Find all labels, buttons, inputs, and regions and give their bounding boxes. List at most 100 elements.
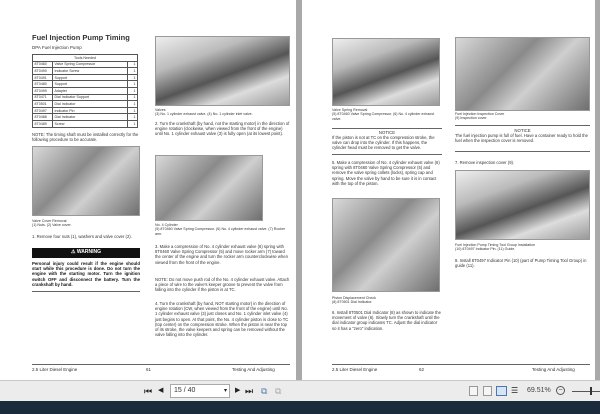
- tool-name: Dial Indicator Support: [52, 93, 128, 102]
- zoom-slider[interactable]: [572, 391, 600, 392]
- section-title: Fuel Injection Pump Timing: [32, 33, 130, 42]
- tool-number: 8T0501: [32, 100, 53, 108]
- warning-banner: ⚠ WARNING: [32, 248, 140, 258]
- table-row: 8T0471 Dial Indicator Support 1: [32, 93, 139, 102]
- footer-section: Testing And Adjusting: [532, 367, 575, 372]
- piston-check-image: [332, 198, 440, 292]
- timing-tool-image: [455, 170, 590, 240]
- two-page-continuous-icon[interactable]: ☰: [511, 385, 518, 397]
- tool-qty: 1: [126, 93, 139, 102]
- first-page-icon[interactable]: ⏮: [144, 385, 152, 397]
- footer-rule: [32, 364, 290, 365]
- tool-qty: 1: [126, 73, 139, 82]
- tool-qty: 1: [126, 80, 139, 88]
- pdf-page-61: Fuel Injection Pump Timing DPA Fuel Inje…: [0, 0, 296, 380]
- table-row: 8T0488 Dial Indicator 1: [32, 113, 139, 121]
- two-page-view-icon[interactable]: [496, 386, 507, 396]
- valve-cover-image: [32, 146, 140, 216]
- tool-name: Indicator Pin: [52, 106, 128, 115]
- table-header: Tools Needed: [32, 54, 138, 62]
- tool-qty: 1: [126, 119, 139, 128]
- page-number: 62: [419, 367, 425, 372]
- next-view-icon[interactable]: ⧉: [275, 385, 281, 397]
- table-row: 8T0499 Adapter 1: [32, 86, 139, 95]
- tool-name: Support: [52, 73, 128, 82]
- tool-name: Support: [52, 80, 128, 88]
- footer-title: 2.5 Liter Diesel Engine: [32, 367, 78, 372]
- tool-qty: 1: [126, 100, 139, 108]
- tool-number: 8T0497: [32, 106, 53, 115]
- tool-number: 8T0489: [32, 119, 53, 128]
- tool-qty: 1: [126, 106, 139, 115]
- tool-number: 8T0480: [32, 80, 53, 88]
- step-2: 2. Turn the crankshaft (by hand, not the…: [155, 121, 290, 137]
- divider: [455, 125, 590, 126]
- continuous-view-icon[interactable]: [483, 386, 492, 396]
- tool-name: Indicator Screw: [52, 67, 128, 75]
- table-row: 8T0460 Valve Spring Compressor 1: [32, 60, 139, 69]
- cylinder-image: [155, 155, 263, 221]
- table-row: 8T0491 Support 1: [32, 73, 139, 82]
- tool-qty: 1: [126, 113, 139, 121]
- divider: [332, 128, 442, 129]
- divider: [332, 154, 442, 155]
- tool-qty: 1: [126, 86, 139, 95]
- tool-qty: 1: [126, 67, 139, 75]
- tool-number: 8T0491: [32, 73, 53, 82]
- figure-caption: Valve Spring Removal (5) 8T0460 Valve Sp…: [332, 108, 435, 121]
- table-row: 8T0497 Indicator Pin 1: [32, 106, 139, 115]
- tool-name: Dial Indicator: [52, 100, 128, 108]
- notice-text: The fuel injection pump is full of fuel.…: [455, 133, 588, 144]
- warning-text: Personal injury could result if the engi…: [32, 261, 140, 287]
- note: NOTE: Do not move push rod of the No. 4 …: [155, 277, 290, 293]
- figure-caption: Fuel Injection Inspection Cover (9) Insp…: [455, 112, 505, 121]
- section-subtitle: DPA Fuel Injection Pump: [32, 45, 82, 50]
- tool-number: 8T0471: [32, 93, 53, 102]
- table-row: 8T0490 Indicator Screw 1: [32, 67, 139, 75]
- tool-name: Screw: [52, 119, 128, 128]
- divider: [455, 151, 590, 152]
- page-dropdown-icon[interactable]: ▾: [224, 385, 227, 397]
- table-row: 8T0480 Support 1: [32, 80, 139, 88]
- step-5: 5. Make a compression of No. 4 cylinder …: [332, 160, 440, 186]
- table-row: 8T0489 Screw 1: [32, 119, 139, 128]
- footer-rule: [332, 364, 590, 365]
- notice-text: If the piston is not at TC on the compre…: [332, 135, 435, 151]
- step-7: 7. Remove inspection cover (9).: [455, 160, 515, 165]
- step-8: 8. Install 8T0497 Indicator Pin (10) (pa…: [455, 258, 587, 269]
- table-row: 8T0501 Dial Indicator 1: [32, 100, 139, 108]
- taskbar: [0, 401, 600, 414]
- pdf-page-62: Valve Spring Removal (5) 8T0460 Valve Sp…: [302, 0, 595, 380]
- tool-number: 8T0499: [32, 86, 53, 95]
- last-page-icon[interactable]: ⏭: [245, 385, 253, 397]
- page-number-input[interactable]: 15 / 40: [170, 384, 230, 398]
- tool-name: Dial Indicator: [52, 113, 128, 121]
- tool-number: 8T0490: [32, 67, 53, 75]
- step-1: 1. Remove four nuts (1), washers and val…: [32, 234, 132, 239]
- page-number: 61: [146, 367, 152, 372]
- previous-view-icon[interactable]: ⧉: [261, 385, 267, 397]
- tool-name: Valve Spring Compressor: [52, 60, 128, 69]
- previous-page-icon[interactable]: ◀: [158, 385, 163, 397]
- zoom-out-icon[interactable]: −: [556, 386, 565, 395]
- step-4: 4. Turn the crankshaft (by hand, NOT sta…: [155, 301, 289, 338]
- footer-section: Testing And Adjusting: [232, 367, 275, 372]
- valve-spring-image: [332, 38, 440, 106]
- figure-caption: Valve Cover Removal (1) Nuts. (2) Valve …: [32, 219, 72, 228]
- tool-number: 8T0488: [32, 113, 53, 121]
- single-page-view-icon[interactable]: [469, 386, 478, 396]
- figure-caption: No. 4 Cylinder (5) 8T0460 Valve Spring C…: [155, 223, 286, 236]
- tool-qty: 1: [126, 60, 139, 69]
- zoom-level[interactable]: 69.51%: [527, 385, 551, 397]
- divider: [32, 291, 140, 292]
- zoom-slider-thumb[interactable]: [590, 387, 592, 395]
- figure-caption: Fuel Injection Pump Timing Tool Group In…: [455, 243, 536, 252]
- next-page-icon[interactable]: ▶: [235, 385, 240, 397]
- tools-table: Tools Needed 8T0460 Valve Spring Compress…: [32, 54, 139, 128]
- figure-caption: Piston Displacement Check (8) 8T0501 Dia…: [332, 296, 376, 305]
- tool-number: 8T0460: [32, 60, 53, 69]
- step-6: 6. Install 8T0501 Dial Indicator (8) as …: [332, 310, 441, 331]
- valves-image: [155, 36, 290, 106]
- inspection-cover-image: [455, 37, 590, 111]
- pdf-toolbar: ⏮ ◀ 15 / 40 ▾ ▶ ⏭ ⧉ ⧉ ☰ 69.51% −: [0, 380, 600, 401]
